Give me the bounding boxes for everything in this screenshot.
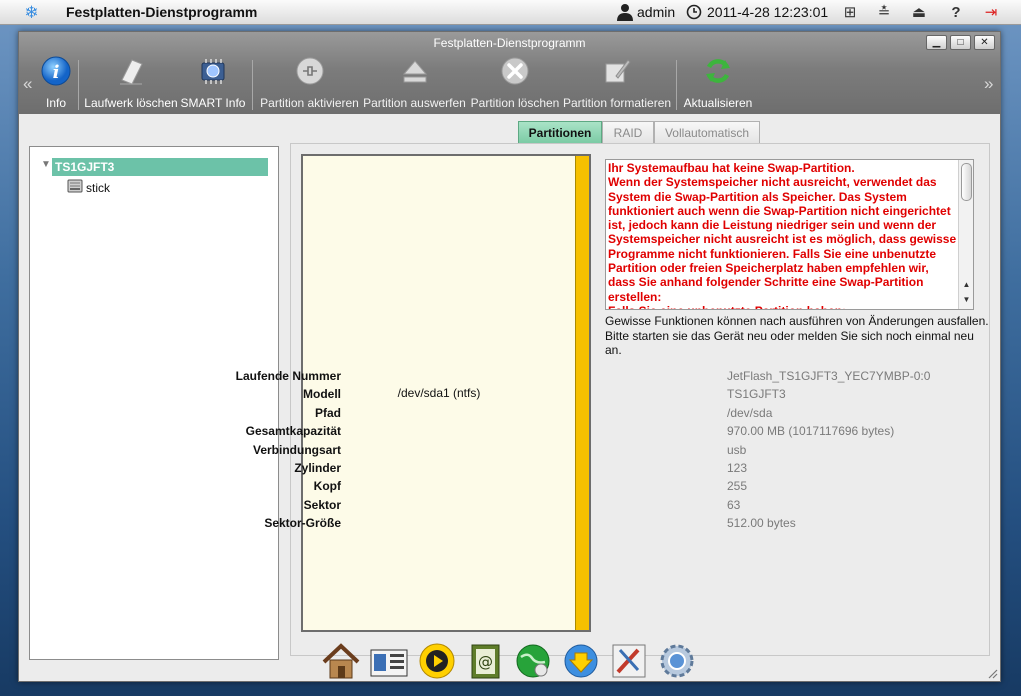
toolbar-label: Info [45,96,66,110]
restart-notice: Gewisse Funktionen können nach ausführen… [605,314,989,358]
prop-value: 63 [727,498,741,512]
info-icon: i [41,56,71,86]
prop-label: Sektor [303,498,341,512]
partition-label: /dev/sda1 (ntfs) [397,386,481,400]
home-icon[interactable] [320,640,362,682]
activate-partition-button[interactable]: Partition aktivieren [259,56,360,112]
refresh-button[interactable]: Aktualisieren [683,56,753,112]
resize-grip-icon[interactable] [986,667,998,679]
prop-label: Gesamtkapazität [245,424,341,438]
prop-label: Verbindungsart [252,443,341,457]
swap-warning-text: Ihr Systemaufbau hat keine Swap-Partitio… [608,161,957,309]
disk-utility-window: Festplatten-Dienstprogramm ▁ □ ✕ « » i I… [18,31,1001,682]
prop-value: /dev/sda [727,406,773,420]
clock-icon [686,4,702,20]
address-book-icon[interactable]: @ [464,640,506,682]
window-content: Partitionen RAID Vollautomatisch ▼ TS1GJ… [19,114,1000,681]
prop-value: 255 [727,479,748,493]
toolbar-label: Partition löschen [470,96,560,110]
system-gear-icon[interactable] [656,640,698,682]
tab-raid[interactable]: RAID [602,121,654,144]
window-toolbar: Festplatten-Dienstprogramm ▁ □ ✕ « » i I… [19,32,1000,114]
window-grid-icon[interactable]: ⊞ [840,3,860,22]
eject-icon[interactable]: ⏏ [909,3,929,22]
prop-label: Laufende Nummer [235,369,341,383]
refresh-icon [706,59,730,83]
tab-partitionen[interactable]: Partitionen [518,121,602,144]
network-icon[interactable]: ≛ [874,3,894,22]
file-manager-icon[interactable] [368,640,410,682]
partition-map[interactable]: /dev/sda1 (ntfs) [301,154,591,632]
toolbar-separator [676,60,677,110]
info-button[interactable]: i Info [39,56,73,112]
smart-info-button[interactable]: SMART Info [179,56,247,112]
delete-partition-button[interactable]: Partition löschen [469,56,561,112]
warning-scrollbar[interactable]: ▲ ▼ [958,160,973,309]
snowflake-logo-icon[interactable]: ❄ [22,3,41,22]
toolbar-separator [252,60,253,110]
toolbar-label: Aktualisieren [683,96,753,110]
svg-text:i: i [53,62,60,83]
prop-value: 123 [727,461,748,475]
app-dock: @ [318,636,704,686]
svg-text:@: @ [478,653,493,671]
media-play-icon[interactable] [416,640,458,682]
system-top-bar: ❄ Festplatten-Dienstprogramm admin 2011-… [0,0,1021,25]
delete-x-icon [501,57,529,85]
scrollbar-thumb[interactable] [961,163,972,201]
user-icon[interactable] [616,3,634,21]
prop-value: TS1GJFT3 [727,387,786,401]
help-icon[interactable]: ? [946,3,966,22]
tab-vollautomatisch[interactable]: Vollautomatisch [654,121,760,144]
date-time: 2011-4-28 12:23:01 [707,4,829,20]
settings-tools-icon[interactable] [608,640,650,682]
partition-panel: /dev/sda1 (ntfs) Ihr Systemaufbau hat ke… [236,143,990,656]
close-button[interactable]: ✕ [974,35,995,50]
maximize-button[interactable]: □ [950,35,971,50]
tree-node-disk[interactable]: TS1GJFT3 [52,158,268,176]
smart-chip-icon [201,59,225,84]
toolbar-scroll-left-button[interactable]: « [23,74,32,94]
toolbar-label: Partition auswerfen [363,96,466,110]
prop-value: usb [727,443,747,457]
network-globe-icon[interactable] [512,640,554,682]
hard-disk-icon [67,179,83,193]
prop-label: Zylinder [294,461,341,475]
prop-label: Pfad [314,406,341,420]
tree-node-volume[interactable]: stick [86,181,110,195]
prop-value: 970.00 MB (1017117696 bytes) [727,424,895,438]
username[interactable]: admin [637,4,675,20]
toolbar-label: SMART Info [180,96,246,110]
prop-value: 512.00 bytes [727,516,796,530]
partition-usage-bar [575,156,589,630]
toolbar-label: Laufwerk löschen [84,96,178,110]
format-pen-icon [605,59,631,83]
scroll-up-icon[interactable]: ▲ [959,278,973,292]
active-app-title: Festplatten-Dienstprogramm [66,4,258,20]
erase-drive-button[interactable]: Laufwerk löschen [83,56,179,112]
minimize-button[interactable]: ▁ [926,35,947,50]
window-title: Festplatten-Dienstprogramm [433,36,586,50]
toolbar-label: Partition aktivieren [260,96,359,110]
eject-partition-button[interactable]: Partition auswerfen [362,56,467,112]
prop-label: Kopf [313,479,341,493]
toolbar-scroll-right-button[interactable]: » [984,74,993,94]
prop-label: Sektor-Größe [264,516,341,530]
toolbar-label: Partition formatieren [563,96,672,110]
logout-icon[interactable]: ⇥ [981,3,1001,22]
scroll-down-icon[interactable]: ▼ [959,293,973,307]
format-partition-button[interactable]: Partition formatieren [563,56,671,112]
eject-icon [402,60,427,83]
swap-warning-box: Ihr Systemaufbau hat keine Swap-Partitio… [605,159,974,310]
prop-label: Modell [303,387,341,401]
disk-tree: ▼ TS1GJFT3 stick [29,146,279,660]
download-icon[interactable] [560,640,602,682]
collapse-arrow-icon[interactable]: ▼ [41,159,51,170]
plug-icon [296,57,323,85]
eraser-icon [120,59,143,85]
toolbar-separator [78,60,79,110]
prop-value: JetFlash_TS1GJFT3_YEC7YMBP-0:0 [727,369,931,383]
